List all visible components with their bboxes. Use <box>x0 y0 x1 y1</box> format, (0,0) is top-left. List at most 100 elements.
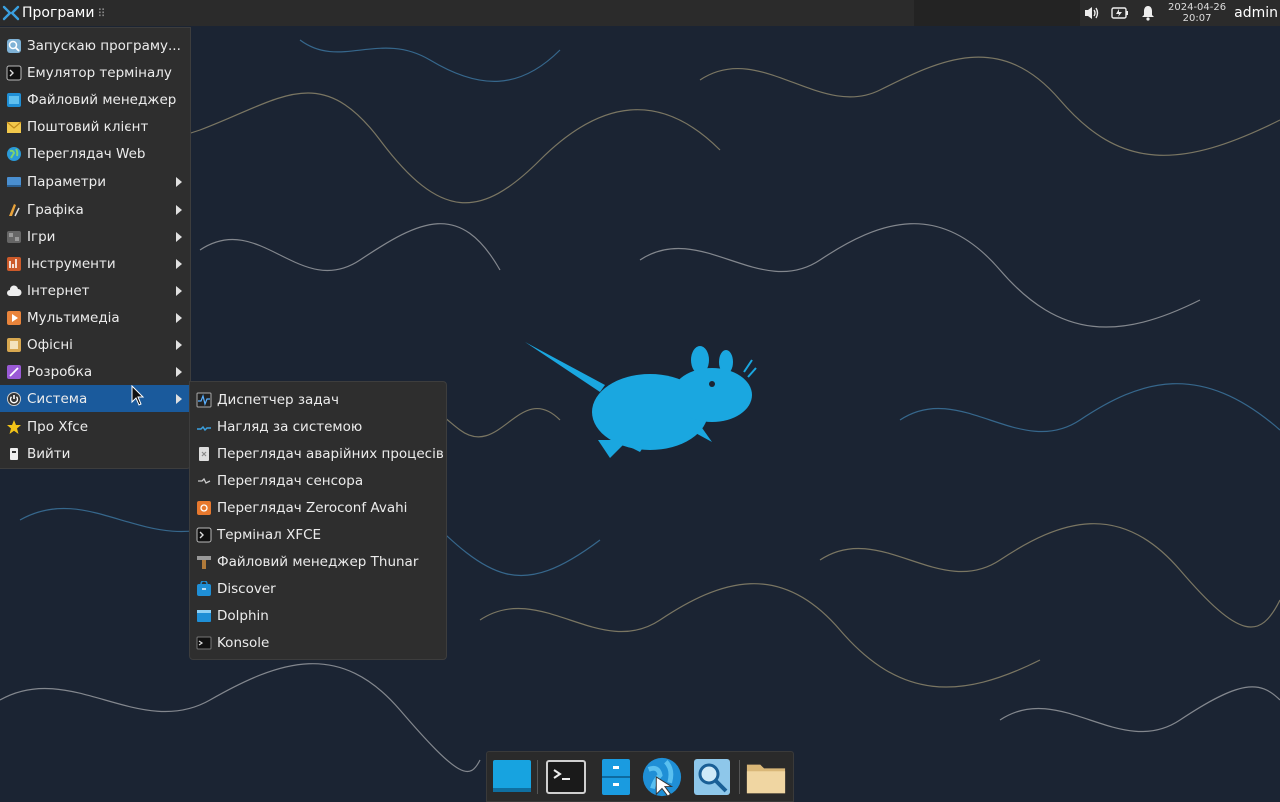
dock-terminal[interactable] <box>545 756 587 798</box>
submenu-item-crash-viewer[interactable]: Переглядач аварійних процесів <box>190 440 446 467</box>
menu-item-label: Переглядач Web <box>27 145 146 162</box>
applications-menu-label: Програми <box>22 5 95 21</box>
tools-icon <box>7 256 21 271</box>
applications-menu: Запускаю програму... Емулятор терміналу … <box>0 27 191 469</box>
mouse-pointer-icon <box>131 385 145 406</box>
submenu-item-label: Нагляд за системою <box>217 418 363 435</box>
panel-handle-icon: ⠿ <box>97 6 106 20</box>
menu-item-graphics[interactable]: Графіка <box>0 196 190 223</box>
submenu-item-system-monitor[interactable]: Нагляд за системою <box>190 413 446 440</box>
menu-item-system[interactable]: Система <box>0 385 190 412</box>
xfce-logo-icon <box>2 5 20 21</box>
menu-item-multimedia[interactable]: Мультимедіа <box>0 304 190 331</box>
star-icon <box>7 419 21 434</box>
menu-item-games[interactable]: Ігри <box>0 223 190 250</box>
internet-icon <box>7 284 22 296</box>
battery-icon[interactable] <box>1110 3 1130 23</box>
menu-item-label: Розробка <box>27 363 93 380</box>
volume-icon[interactable] <box>1082 3 1102 23</box>
submenu-item-label: Переглядач сенсора <box>217 472 364 489</box>
sensor-viewer-icon <box>198 477 211 484</box>
terminal-icon <box>546 760 586 794</box>
notifications-bell-icon[interactable] <box>1138 3 1158 23</box>
menu-item-label: Система <box>27 390 88 407</box>
menu-item-label: Емулятор терміналу <box>27 64 172 81</box>
submenu-item-label: Konsole <box>217 634 270 651</box>
discover-icon <box>197 580 211 596</box>
desktop-icon <box>493 760 531 792</box>
bottom-dock <box>486 751 794 802</box>
applications-menu-button[interactable]: Програми ⠿ <box>0 0 108 26</box>
submenu-arrow-icon <box>176 177 182 187</box>
menu-item-office[interactable]: Офісні <box>0 331 190 358</box>
mail-icon <box>6 121 22 133</box>
submenu-arrow-icon <box>176 367 182 377</box>
dock-web-browser[interactable] <box>641 756 683 798</box>
menu-item-label: Ігри <box>27 228 56 245</box>
file-manager-icon <box>7 92 21 107</box>
menu-item-mail-client[interactable]: Поштовий клієнт <box>0 113 190 140</box>
file-manager-icon <box>602 759 630 795</box>
menu-item-tools[interactable]: Інструменти <box>0 250 190 277</box>
submenu-item-label: Discover <box>217 580 276 597</box>
submenu-item-discover[interactable]: Discover <box>190 575 446 602</box>
menu-item-development[interactable]: Розробка <box>0 358 190 385</box>
konsole-icon <box>196 636 212 649</box>
menu-item-label: Запускаю програму... <box>27 37 181 54</box>
development-icon <box>7 364 21 379</box>
avahi-icon <box>197 500 211 515</box>
submenu-item-thunar[interactable]: Файловий менеджер Thunar <box>190 548 446 575</box>
menu-item-label: Параметри <box>27 173 106 190</box>
terminal-icon <box>6 65 22 80</box>
user-menu[interactable]: admin <box>1234 5 1278 21</box>
games-icon <box>7 230 21 243</box>
menu-item-label: Про Xfce <box>27 418 89 435</box>
logout-icon <box>10 447 18 460</box>
dock-separator <box>739 760 740 794</box>
dock-folder[interactable] <box>745 756 787 798</box>
system-submenu: Диспетчер задач Нагляд за системою Перег… <box>189 381 447 660</box>
submenu-item-label: Термінал XFCE <box>217 526 322 543</box>
top-panel: Програми ⠿ 2024-04-26 20:07 admin <box>0 0 1280 26</box>
submenu-item-avahi-viewer[interactable]: Переглядач Zeroconf Avahi <box>190 494 446 521</box>
dock-file-manager[interactable] <box>595 756 637 798</box>
menu-item-label: Поштовий клієнт <box>27 118 149 135</box>
clock[interactable]: 2024-04-26 20:07 <box>1168 2 1226 24</box>
menu-item-run-program[interactable]: Запускаю програму... <box>0 32 190 59</box>
submenu-item-konsole[interactable]: Konsole <box>190 629 446 656</box>
dolphin-icon <box>197 609 211 622</box>
terminal-icon <box>196 527 212 542</box>
dock-show-desktop[interactable] <box>491 756 533 798</box>
clock-time: 20:07 <box>1182 13 1212 24</box>
submenu-item-label: Файловий менеджер Thunar <box>217 553 419 570</box>
submenu-arrow-icon <box>176 394 182 404</box>
submenu-item-dolphin[interactable]: Dolphin <box>190 602 446 629</box>
submenu-item-xfce-terminal[interactable]: Термінал XFCE <box>190 521 446 548</box>
menu-item-about-xfce[interactable]: Про Xfce <box>0 413 190 440</box>
menu-item-label: Офісні <box>27 336 73 353</box>
web-browser-icon <box>642 757 682 797</box>
submenu-item-task-manager[interactable]: Диспетчер задач <box>190 386 446 413</box>
submenu-item-label: Переглядач аварійних процесів <box>217 445 444 462</box>
menu-item-label: Мультимедіа <box>27 309 120 326</box>
dock-app-finder[interactable] <box>691 756 733 798</box>
submenu-arrow-icon <box>176 205 182 215</box>
office-icon <box>7 337 21 352</box>
workspace-switcher[interactable] <box>914 0 1080 26</box>
menu-item-logout[interactable]: Вийти <box>0 440 190 467</box>
thunar-icon <box>197 555 211 569</box>
menu-item-file-manager[interactable]: Файловий менеджер <box>0 86 190 113</box>
graphics-icon <box>9 203 20 216</box>
menu-item-label: Вийти <box>27 445 71 462</box>
menu-item-terminal[interactable]: Емулятор терміналу <box>0 59 190 86</box>
launcher-search-icon <box>7 38 21 53</box>
system-monitor-icon <box>197 425 211 431</box>
menu-item-web-browser[interactable]: Переглядач Web <box>0 140 190 167</box>
submenu-item-sensor-viewer[interactable]: Переглядач сенсора <box>190 467 446 494</box>
submenu-item-label: Диспетчер задач <box>217 391 339 408</box>
submenu-item-label: Переглядач Zeroconf Avahi <box>217 499 408 516</box>
folder-icon <box>746 764 786 794</box>
menu-item-settings[interactable]: Параметри <box>0 168 190 195</box>
menu-item-internet[interactable]: Інтернет <box>0 277 190 304</box>
submenu-arrow-icon <box>176 286 182 296</box>
